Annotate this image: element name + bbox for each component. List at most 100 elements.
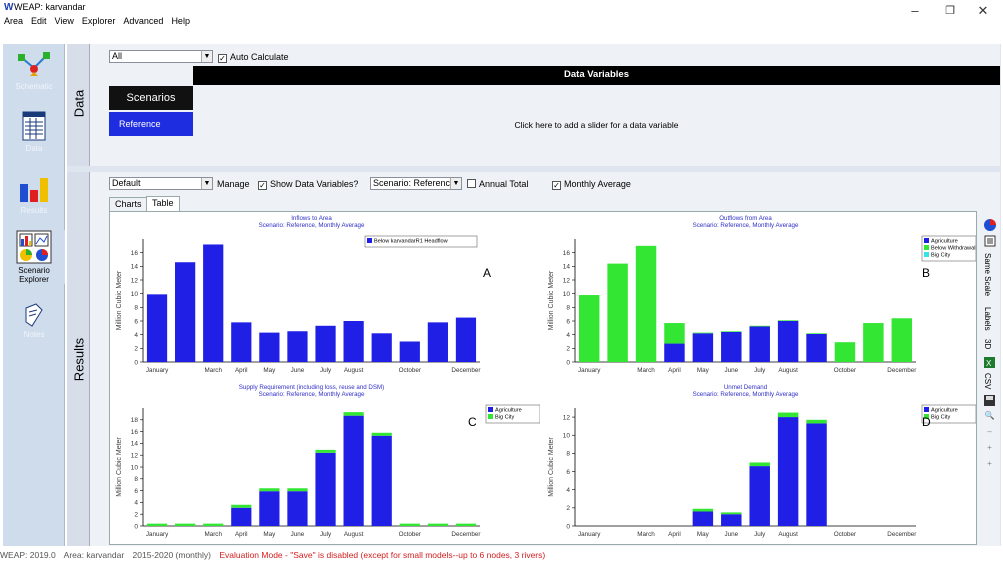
show-data-variables-checkbox[interactable]: ✓ Show Data Variables? xyxy=(258,178,358,190)
y-tick-label: 10 xyxy=(131,464,139,471)
scenario-reference-button[interactable]: Reference xyxy=(109,112,193,136)
results-panel-label: Results xyxy=(71,337,87,382)
x-tick-label: August xyxy=(344,531,364,538)
monthly-average-label: Monthly Average xyxy=(564,179,631,189)
zoom-icon[interactable]: 🔍 xyxy=(979,411,1000,420)
data-panel-label: Data xyxy=(71,89,87,118)
bar xyxy=(607,263,628,362)
view-data[interactable]: Data xyxy=(3,110,65,153)
restore-icon[interactable]: ❐ xyxy=(935,0,965,24)
favorites-select[interactable]: Default ▼ xyxy=(109,177,213,190)
menu-view[interactable]: View xyxy=(51,14,78,28)
chart-subtitle: Scenario: Reference, Monthly Average xyxy=(259,391,365,398)
bar xyxy=(806,333,827,362)
bar xyxy=(371,435,392,526)
bar xyxy=(287,488,308,492)
panel-letter: D xyxy=(922,415,931,429)
x-tick-label: August xyxy=(778,367,798,374)
tab-table[interactable]: Table xyxy=(146,196,180,212)
bar xyxy=(427,322,448,362)
x-tick-label: December xyxy=(451,531,480,538)
view-notes-label: Notes xyxy=(23,330,45,339)
view-schematic-label: Schematic xyxy=(15,82,53,91)
bar xyxy=(315,449,336,453)
bar xyxy=(578,295,600,362)
y-tick-label: 2 xyxy=(134,512,138,519)
y-tick-label: 14 xyxy=(131,441,139,448)
3d-toggle[interactable]: 3D xyxy=(983,339,992,349)
bar xyxy=(692,508,714,512)
x-tick-label: January xyxy=(578,367,601,374)
legend-label: Below karvandarR1 Headflow xyxy=(374,239,449,245)
bar xyxy=(721,331,742,362)
status-warning: Evaluation Mode - "Save" is disabled (ex… xyxy=(219,550,546,560)
view-scenario-explorer[interactable]: Scenario Explorer xyxy=(3,230,65,284)
bar xyxy=(834,342,856,362)
menu-advanced[interactable]: Advanced xyxy=(119,14,167,28)
save-icon[interactable] xyxy=(979,395,1000,408)
chart-subtitle: Scenario: Reference, Monthly Average xyxy=(259,222,365,229)
x-tick-label: May xyxy=(263,367,276,374)
close-icon[interactable]: ✕ xyxy=(968,0,998,24)
monthly-average-checkbox[interactable]: ✓ Monthly Average xyxy=(552,178,631,190)
y-axis-label: Million Cubic Meter xyxy=(548,437,555,497)
bar xyxy=(777,412,799,418)
bar xyxy=(749,326,770,362)
checkbox-empty-icon xyxy=(467,179,476,188)
menu-bar: Area Edit View Explorer Advanced Help xyxy=(0,14,500,28)
plus-icon[interactable]: + xyxy=(979,443,1000,452)
y-tick-label: 6 xyxy=(134,318,138,325)
scenarios-header: Scenarios xyxy=(109,86,193,110)
bar xyxy=(315,452,336,526)
annual-total-checkbox[interactable]: Annual Total xyxy=(467,178,528,190)
menu-edit[interactable]: Edit xyxy=(27,14,51,28)
schematic-icon xyxy=(18,52,50,76)
bar xyxy=(287,331,308,362)
view-notes[interactable]: Notes xyxy=(3,302,65,339)
bar xyxy=(721,514,742,526)
excel-export-icon[interactable]: X xyxy=(979,357,1000,370)
menu-help[interactable]: Help xyxy=(167,14,194,28)
bar xyxy=(749,462,770,467)
csv-export-button[interactable]: CSV xyxy=(983,373,992,389)
view-data-label: Data xyxy=(25,144,43,153)
minimize-icon[interactable]: – xyxy=(900,0,930,24)
tab-charts[interactable]: Charts xyxy=(109,197,148,212)
plus-icon[interactable]: + xyxy=(979,459,1000,468)
manage-button[interactable]: Manage xyxy=(217,178,250,190)
menu-explorer[interactable]: Explorer xyxy=(78,14,120,28)
scenario-select[interactable]: Scenario: Reference ▼ xyxy=(370,177,462,190)
x-tick-label: March xyxy=(637,367,655,374)
y-tick-label: 8 xyxy=(134,305,138,312)
view-schematic[interactable]: Schematic xyxy=(3,50,65,91)
view-results[interactable]: Results xyxy=(3,174,65,215)
branch-filter-select[interactable]: All ▼ xyxy=(109,50,213,63)
bar xyxy=(371,432,392,436)
chart-type-icon[interactable] xyxy=(979,219,1000,233)
legend-swatch xyxy=(924,245,929,250)
chevron-down-icon: ▼ xyxy=(450,178,461,189)
same-scale-toggle[interactable]: Same Scale xyxy=(983,253,992,296)
legend-swatch xyxy=(924,252,929,257)
chart-supply-requirement: Supply Requirement (including loss, reus… xyxy=(116,384,540,538)
bar xyxy=(777,417,799,526)
minus-icon[interactable]: – xyxy=(979,427,1000,436)
auto-calculate-checkbox[interactable]: ✓ Auto Calculate xyxy=(218,51,289,63)
bar xyxy=(343,415,364,526)
check-icon: ✓ xyxy=(552,181,561,190)
y-axis-label: Million Cubic Meter xyxy=(116,270,123,330)
y-tick-label: 0 xyxy=(566,523,570,530)
bar xyxy=(203,244,224,362)
bar xyxy=(806,419,827,424)
bar xyxy=(231,504,252,508)
svg-text:X: X xyxy=(986,359,992,368)
x-tick-label: May xyxy=(697,367,710,374)
labels-toggle[interactable]: Labels xyxy=(983,307,992,331)
menu-area[interactable]: Area xyxy=(0,14,27,28)
add-slider-hint[interactable]: Click here to add a slider for a data va… xyxy=(193,120,1000,130)
x-tick-label: May xyxy=(263,531,276,538)
table-view-icon[interactable] xyxy=(979,235,1000,249)
check-icon: ✓ xyxy=(258,181,267,190)
chart-unmet-demand: Unmet DemandScenario: Reference, Monthly… xyxy=(548,384,976,538)
chart-title: Unmet Demand xyxy=(724,384,768,391)
